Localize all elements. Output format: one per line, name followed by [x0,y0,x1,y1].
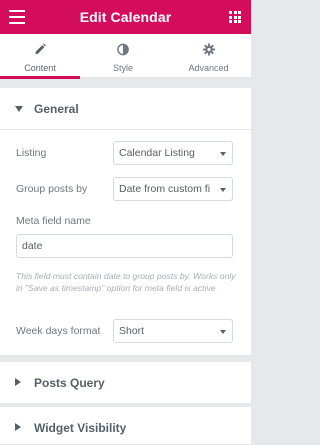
gear-icon [202,43,215,56]
group-posts-by-label: Group posts by [16,183,88,195]
listing-select[interactable]: Calendar Listing [113,141,233,165]
tab-advanced-label: Advanced [188,63,229,73]
tab-style-label: Style [112,63,133,73]
section-general-header[interactable]: General [0,88,251,130]
listing-select-value: Calendar Listing [119,147,195,159]
caret-right-icon [15,423,21,431]
section-general-title: General [34,102,79,116]
panel-tabs: Content Style Advanced [0,34,251,79]
caret-right-icon [15,378,21,386]
pencil-icon [35,43,46,55]
chevron-down-icon [220,188,226,192]
week-days-format-value: Short [119,325,145,337]
group-posts-by-value: Date from custom fi [119,183,211,195]
meta-field-hint: This field must contain date to group po… [16,271,236,293]
chevron-down-icon [220,330,226,334]
week-days-format-label: Week days format [16,325,101,337]
editor-header: Edit Calendar [0,0,251,34]
week-days-format-select[interactable]: Short [113,319,233,343]
group-posts-by-select[interactable]: Date from custom fi [113,177,233,201]
grid-icon[interactable] [229,11,241,23]
tab-content-label: Content [24,63,56,73]
section-posts-query-header[interactable]: Posts Query [0,362,251,404]
listing-label: Listing [16,147,47,159]
meta-field-name-label: Meta field name [16,215,91,227]
tab-style[interactable]: Style [83,34,163,78]
section-widget-visibility-title: Widget Visibility [34,421,127,435]
tab-advanced[interactable]: Advanced [166,34,251,78]
caret-down-icon [15,106,23,112]
contrast-icon [117,43,129,56]
section-general-panel: Listing Calendar Listing Group posts by … [0,130,251,355]
section-gap [0,355,251,362]
chevron-down-icon [220,152,226,156]
section-posts-query-title: Posts Query [34,376,105,390]
section-gap [0,79,251,88]
header-title: Edit Calendar [79,9,172,25]
section-widget-visibility-header[interactable]: Widget Visibility [0,407,251,445]
tab-content[interactable]: Content [0,34,80,79]
meta-field-name-input[interactable]: date [16,234,233,258]
